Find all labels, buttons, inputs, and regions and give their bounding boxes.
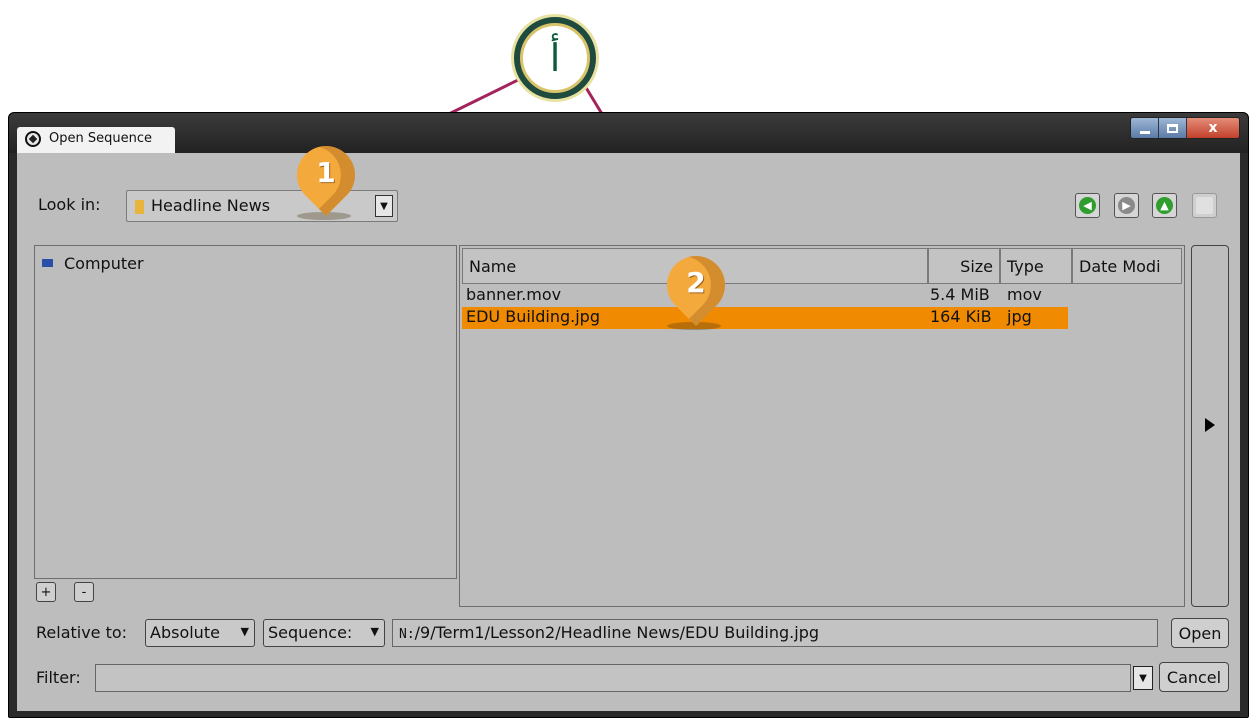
new-folder-button[interactable]	[1192, 193, 1217, 218]
minimize-icon	[1139, 130, 1150, 134]
dropdown-arrow-icon: ▼	[370, 625, 379, 638]
file-type: jpg	[1007, 307, 1032, 326]
title-tab: Open Sequence	[17, 127, 175, 153]
file-size: 164 KiB	[930, 307, 992, 326]
annotation-pin-1-number: 1	[316, 156, 336, 189]
close-icon: x	[1208, 120, 1218, 136]
relative-mode-select[interactable]: Absolute ▼	[145, 619, 255, 647]
window-title: Open Sequence	[49, 131, 152, 146]
forward-button[interactable]: ▶	[1114, 193, 1139, 218]
annotation-badge: أ	[511, 14, 599, 102]
path-rest: /9/Term1/Lesson2/Headline News/EDU Build…	[414, 623, 820, 642]
expand-right-icon	[1205, 418, 1215, 432]
relative-anchor-value: Sequence:	[268, 623, 353, 642]
title-bar: Open Sequence x	[9, 113, 1248, 153]
preview-toggle-button[interactable]	[1191, 245, 1229, 607]
window-controls: x	[1130, 117, 1240, 139]
forward-icon: ▶	[1118, 197, 1135, 214]
column-header-date[interactable]: Date Modi	[1072, 248, 1182, 284]
relative-anchor-select[interactable]: Sequence: ▼	[263, 619, 385, 647]
add-place-button[interactable]: +	[36, 582, 56, 602]
filter-input[interactable]	[95, 664, 1131, 692]
table-row[interactable]: banner.mov 5.4 MiB mov	[462, 285, 1068, 307]
maximize-button[interactable]	[1159, 118, 1187, 138]
up-folder-icon: ▲	[1156, 197, 1173, 214]
annotation-badge-letter: أ	[520, 23, 590, 93]
file-name: banner.mov	[466, 285, 562, 304]
file-name: EDU Building.jpg	[466, 307, 600, 326]
annotation-pin-2-number: 2	[686, 266, 706, 299]
computer-icon	[42, 259, 53, 267]
close-button[interactable]: x	[1187, 118, 1239, 138]
column-header-type[interactable]: Type	[1000, 248, 1072, 284]
open-button[interactable]: Open	[1171, 618, 1229, 648]
table-row-selected[interactable]: EDU Building.jpg 164 KiB jpg	[462, 307, 1068, 329]
dropdown-arrow-icon: ▼	[240, 625, 249, 638]
places-sidebar: Computer	[34, 245, 457, 579]
sidebar-item-label: Computer	[64, 254, 144, 273]
back-button[interactable]: ◀	[1075, 193, 1100, 218]
file-path-input[interactable]: N:/9/Term1/Lesson2/Headline News/EDU Bui…	[392, 619, 1158, 647]
look-in-combo[interactable]: Headline News ▼	[126, 190, 398, 222]
cancel-button[interactable]: Cancel	[1159, 662, 1229, 692]
minimize-button[interactable]	[1131, 118, 1159, 138]
filter-dropdown-icon[interactable]: ▼	[1133, 666, 1153, 690]
file-list: Name Size Type Date Modi banner.mov 5.4 …	[459, 245, 1185, 607]
look-in-value: Headline News	[151, 196, 271, 215]
filter-label: Filter:	[36, 668, 81, 687]
maximize-icon	[1167, 123, 1178, 133]
folder-icon	[135, 200, 144, 214]
new-folder-icon	[1196, 197, 1213, 214]
back-icon: ◀	[1079, 197, 1096, 214]
chevron-down-icon[interactable]: ▼	[375, 195, 393, 217]
file-size: 5.4 MiB	[930, 285, 990, 304]
column-header-size[interactable]: Size	[928, 248, 1000, 284]
up-folder-button[interactable]: ▲	[1152, 193, 1177, 218]
relative-to-label: Relative to:	[36, 623, 128, 642]
look-in-label: Look in:	[38, 195, 101, 214]
path-drive: N:	[399, 627, 415, 642]
remove-place-button[interactable]: -	[74, 582, 94, 602]
file-type: mov	[1007, 285, 1042, 304]
file-list-header: Name Size Type Date Modi	[462, 248, 1182, 284]
relative-mode-value: Absolute	[150, 623, 220, 642]
app-icon	[25, 131, 41, 147]
